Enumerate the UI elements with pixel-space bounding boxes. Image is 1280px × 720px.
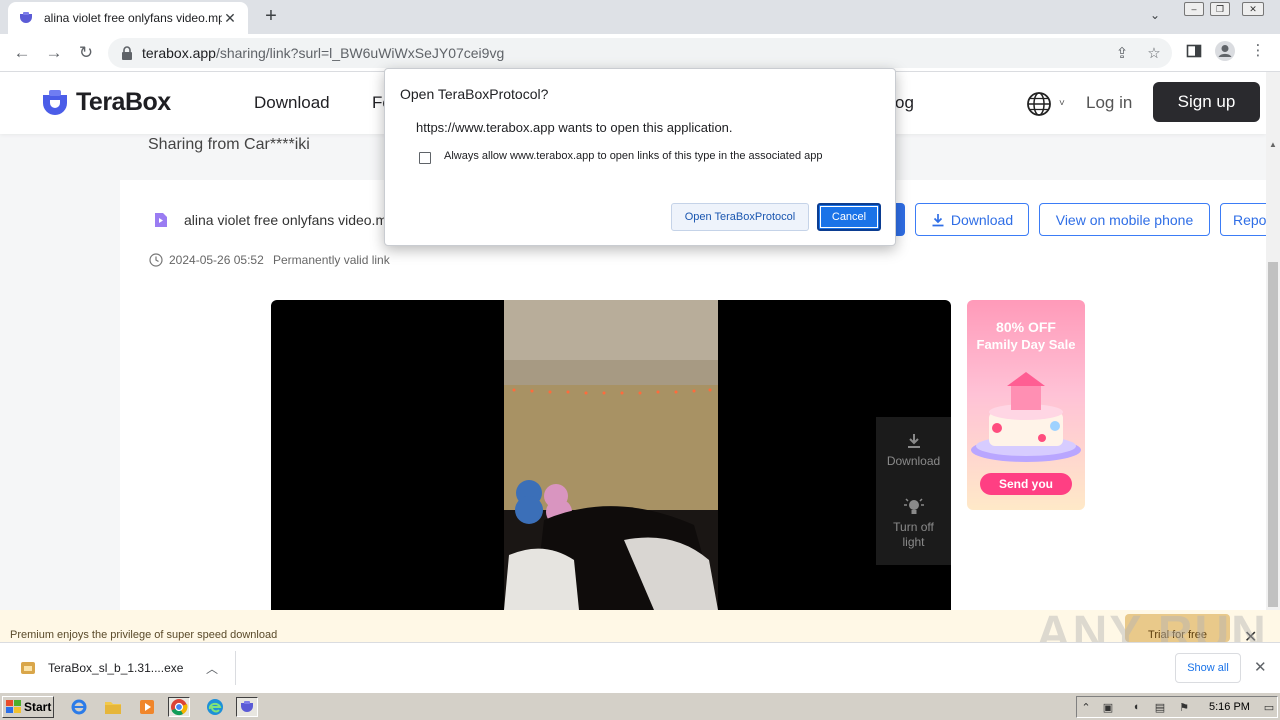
download-button-label: Download xyxy=(950,211,1014,228)
chevron-up-icon[interactable]: ︿ xyxy=(206,660,218,677)
start-button[interactable]: Start xyxy=(2,696,54,718)
scroll-up-arrow-icon[interactable]: ▲ xyxy=(1269,140,1277,149)
cake-illustration-icon xyxy=(971,372,1081,462)
player-download-button[interactable]: Download xyxy=(876,432,951,469)
file-date: 2024-05-26 05:52 xyxy=(169,253,264,267)
windows-flag-icon xyxy=(6,700,21,713)
profile-avatar-icon[interactable] xyxy=(1214,40,1236,62)
language-chevron-icon[interactable]: ˅ xyxy=(1059,98,1065,109)
player-side-tools: Download Turn off light xyxy=(876,417,951,565)
start-label: Start xyxy=(24,700,52,714)
nav-download[interactable]: Download xyxy=(254,93,330,113)
open-protocol-dialog: Open TeraBoxProtocol? https://www.terabo… xyxy=(384,68,896,246)
share-icon[interactable]: ⇪ xyxy=(1114,46,1130,62)
cancel-button[interactable]: Cancel xyxy=(817,203,881,231)
ie-icon[interactable] xyxy=(68,697,90,717)
terabox-taskbar-icon[interactable] xyxy=(236,697,258,717)
video-file-icon xyxy=(155,213,167,227)
always-allow-label[interactable]: Always allow www.terabox.app to open lin… xyxy=(444,150,823,162)
logo-text: TeraBox xyxy=(76,87,171,116)
close-window-button[interactable]: ✕ xyxy=(1242,2,1264,16)
file-name: alina violet free onlyfans video.m xyxy=(184,212,388,228)
forward-icon[interactable]: → xyxy=(42,41,66,65)
network-icon[interactable]: ▤ xyxy=(1153,701,1167,715)
download-icon xyxy=(907,434,920,448)
light-bulb-icon xyxy=(903,498,924,514)
ad-sale-text: Family Day Sale xyxy=(976,337,1076,352)
exe-file-icon xyxy=(21,662,35,674)
player-download-label: Download xyxy=(886,454,941,468)
bookmark-star-icon[interactable]: ☆ xyxy=(1146,46,1162,62)
minimize-button[interactable]: – xyxy=(1184,2,1204,16)
tab-title: alina violet free onlyfans video.mp4 xyxy=(44,11,222,25)
explorer-folder-icon[interactable] xyxy=(102,697,124,717)
lock-icon xyxy=(122,46,132,60)
clock-icon xyxy=(149,253,163,267)
download-shelf: TeraBox_sl_b_1.31....exe ︿ Show all ✕ xyxy=(0,642,1280,692)
download-item[interactable]: TeraBox_sl_b_1.31....exe ︿ xyxy=(12,651,236,685)
light-label-line2: light xyxy=(902,535,925,549)
taskbar-clock: 5:16 PM xyxy=(1209,701,1250,713)
show-desktop-icon[interactable]: ▭ xyxy=(1263,701,1275,715)
signup-button[interactable]: Sign up xyxy=(1153,82,1260,122)
link-validity: Permanently valid link xyxy=(273,253,390,267)
terabox-favicon-icon xyxy=(20,12,32,23)
windows-taskbar: Start ⌃ ▣ ◖ ▤ ⚑ 5:16 PM ▭ xyxy=(0,692,1280,720)
download-file-name: TeraBox_sl_b_1.31....exe xyxy=(48,661,184,675)
tray-app-icon[interactable]: ▣ xyxy=(1101,701,1115,715)
flag-icon[interactable]: ⚑ xyxy=(1177,701,1191,715)
browser-toolbar: ← → ↻ terabox.app/sharing/link?surl=l_BW… xyxy=(0,34,1280,72)
ad-cta-button[interactable]: Send you xyxy=(980,473,1072,495)
tab-search-chevron-icon[interactable]: ⌄ xyxy=(1150,8,1160,22)
tab-strip: alina violet free onlyfans video.mp4 ✕ +… xyxy=(0,0,1280,34)
dialog-message: https://www.terabox.app wants to open th… xyxy=(416,120,733,135)
promo-ad-banner[interactable]: 80% OFF Family Day Sale Send you xyxy=(967,300,1085,510)
back-icon[interactable]: ← xyxy=(10,41,34,65)
edge-icon[interactable] xyxy=(204,697,226,717)
turn-off-light-button[interactable]: Turn off light xyxy=(876,498,951,550)
url-text: terabox.app/sharing/link?surl=l_BW6uWiWx… xyxy=(142,45,504,61)
always-allow-checkbox[interactable] xyxy=(419,152,431,164)
media-player-icon[interactable] xyxy=(136,697,158,717)
chrome-icon[interactable] xyxy=(168,697,190,717)
shelf-close-icon[interactable]: ✕ xyxy=(1254,658,1267,676)
new-tab-button[interactable]: + xyxy=(259,5,283,29)
address-bar[interactable]: terabox.app/sharing/link?surl=l_BW6uWiWx… xyxy=(108,38,1172,68)
scrollbar-thumb[interactable] xyxy=(1268,262,1278,607)
download-button[interactable]: Download xyxy=(915,203,1029,236)
video-player[interactable] xyxy=(271,300,951,610)
maximize-button[interactable]: ❐ xyxy=(1210,2,1230,16)
ad-discount-text: 80% OFF xyxy=(996,319,1056,335)
dialog-title: Open TeraBoxProtocol? xyxy=(400,86,549,102)
side-panel-icon[interactable] xyxy=(1186,43,1202,59)
premium-text: Premium enjoys the privilege of super sp… xyxy=(10,629,278,641)
nav-blog[interactable]: og xyxy=(895,93,914,113)
show-all-button[interactable]: Show all xyxy=(1175,653,1241,683)
open-protocol-button[interactable]: Open TeraBoxProtocol xyxy=(671,203,809,231)
sharing-from-text: Sharing from Car****iki xyxy=(148,136,310,153)
tray-expand-icon[interactable]: ⌃ xyxy=(1079,701,1093,715)
globe-icon[interactable] xyxy=(1026,91,1052,117)
light-label-line1: Turn off xyxy=(893,520,934,534)
login-link[interactable]: Log in xyxy=(1086,93,1132,113)
tab-close-icon[interactable]: ✕ xyxy=(222,10,238,27)
volume-icon[interactable]: ◖ xyxy=(1129,701,1143,715)
page-scrollbar[interactable]: ▲ xyxy=(1266,72,1280,610)
browser-tab[interactable]: alina violet free onlyfans video.mp4 ✕ xyxy=(8,2,248,34)
url-host: terabox.app xyxy=(142,45,216,61)
terabox-logo[interactable]: TeraBox xyxy=(40,87,171,117)
terabox-logo-icon xyxy=(43,90,67,115)
view-on-mobile-button[interactable]: View on mobile phone xyxy=(1039,203,1210,236)
system-tray: ⌃ ▣ ◖ ▤ ⚑ 5:16 PM ▭ xyxy=(1076,696,1278,718)
video-frame-image xyxy=(504,300,718,610)
reload-icon[interactable]: ↻ xyxy=(74,41,98,65)
download-icon xyxy=(932,213,944,226)
menu-kebab-icon[interactable]: ⋮ xyxy=(1250,43,1266,59)
report-button[interactable]: Repo xyxy=(1220,203,1266,236)
url-path: /sharing/link?surl=l_BW6uWiWxSeJY07cei9v… xyxy=(215,45,505,61)
